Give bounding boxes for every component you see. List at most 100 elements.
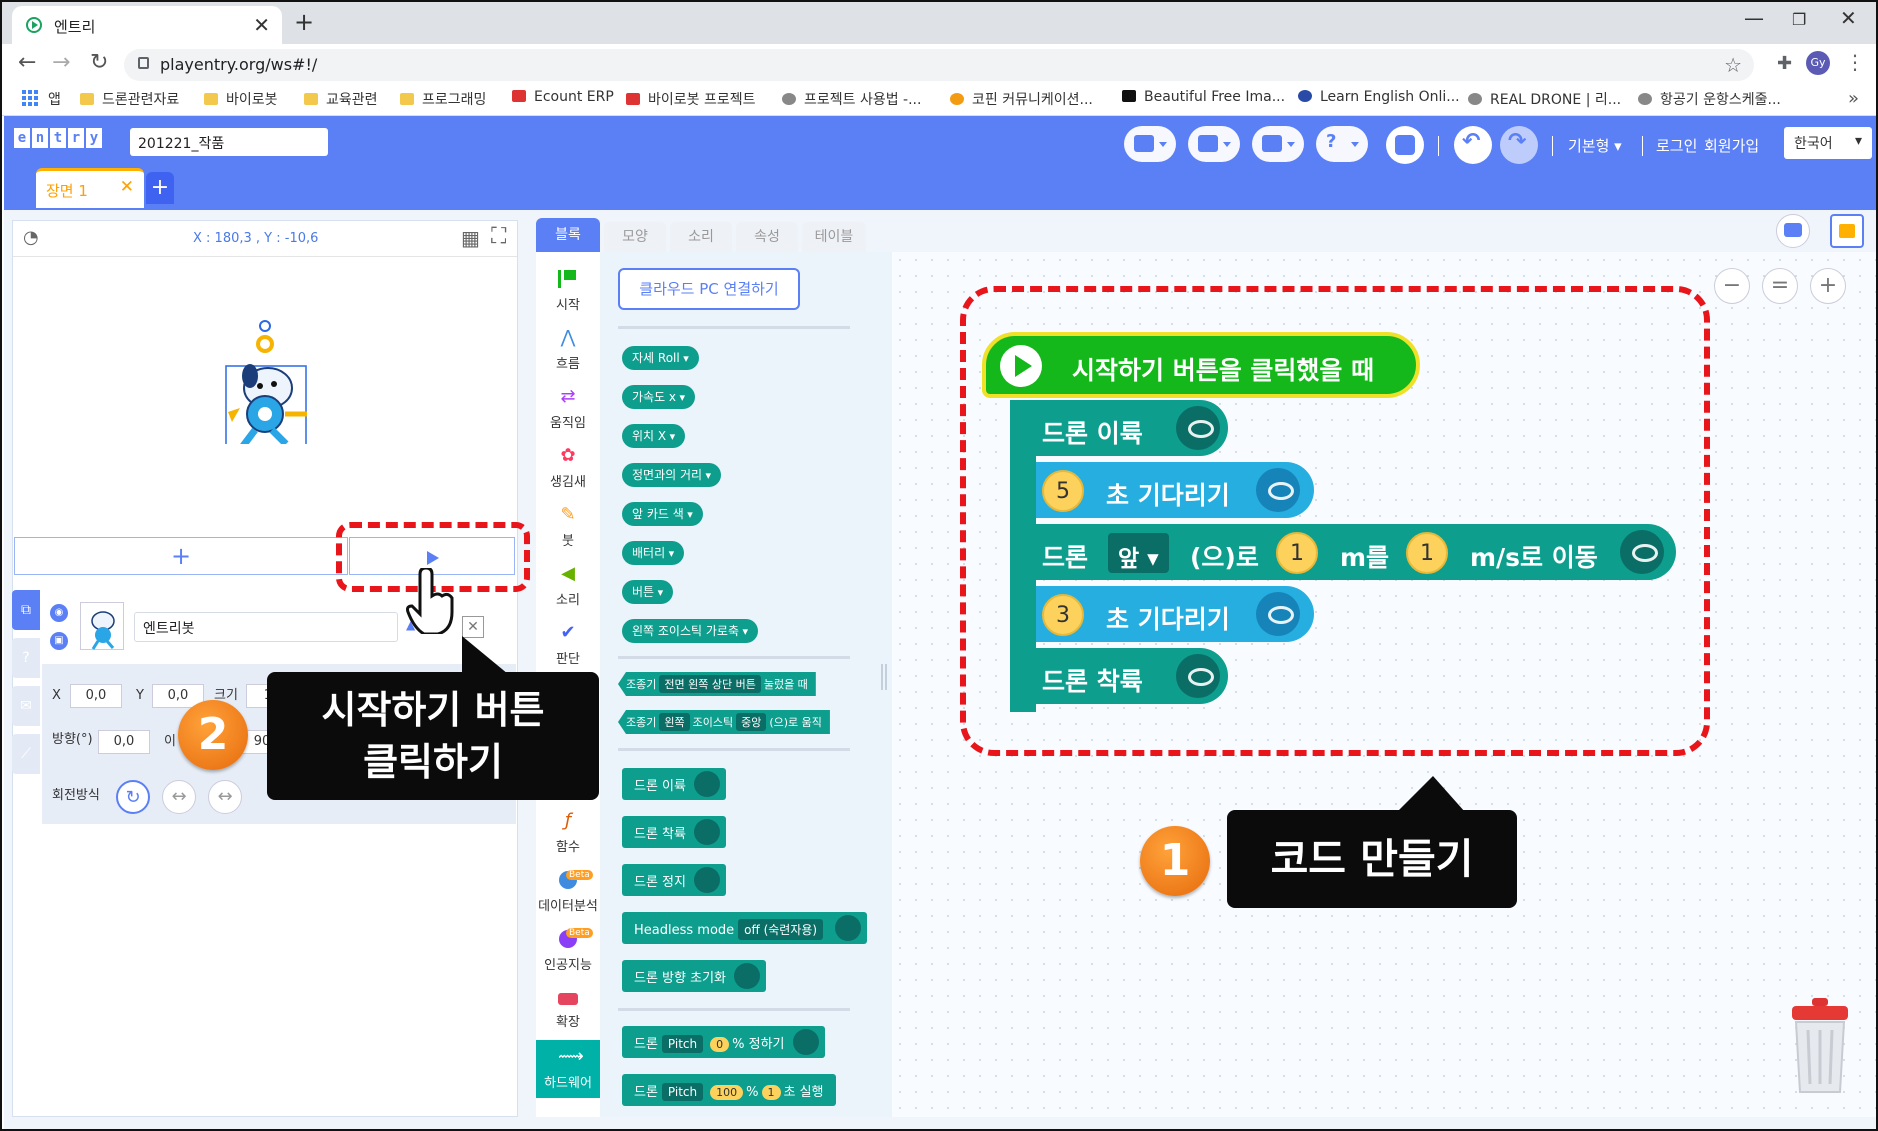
block-run-pitch[interactable]: 드론 Pitch 100% 1 초 실행 bbox=[622, 1074, 836, 1106]
save-menu-button[interactable] bbox=[1252, 126, 1304, 162]
direction-input[interactable]: 0,0 bbox=[98, 730, 150, 754]
block-reset-direction[interactable]: 드론 방향 초기화 bbox=[622, 960, 766, 992]
grid-icon[interactable]: ▦ bbox=[461, 226, 480, 250]
bookmark-item[interactable]: 프로그래밍 bbox=[400, 89, 486, 109]
block-drone-takeoff[interactable]: 드론 이륙 bbox=[622, 768, 726, 800]
address-bar[interactable]: playentry.org/ws#!/ ☆ bbox=[124, 49, 1754, 81]
tab-sounds[interactable]: 소리 bbox=[670, 222, 732, 252]
rotate-free-icon[interactable]: ↻ bbox=[116, 780, 150, 814]
minimize-icon[interactable]: — bbox=[1744, 6, 1764, 30]
category-hardware[interactable]: ⟿ 하드웨어 bbox=[536, 1040, 600, 1098]
block-left-joystick-x[interactable]: 왼쪽 조이스틱 가로축 bbox=[622, 619, 759, 643]
bookmark-item[interactable]: 바이로봇 bbox=[204, 89, 278, 109]
entry-logo[interactable]: entry bbox=[14, 128, 102, 150]
x-input[interactable]: 0,0 bbox=[70, 684, 122, 708]
category-function[interactable]: ƒ 함수 bbox=[536, 804, 600, 862]
language-select[interactable]: 한국어 ▾ bbox=[1784, 127, 1872, 159]
login-link[interactable]: 로그인 bbox=[1656, 135, 1697, 156]
lock-icon[interactable]: ▣ bbox=[50, 632, 68, 650]
project-name-input[interactable]: 201221_작품 bbox=[130, 128, 328, 156]
category-start[interactable]: 시작 bbox=[536, 262, 600, 320]
category-brush[interactable]: ✎ 붓 bbox=[536, 498, 600, 556]
zoom-in-button[interactable]: + bbox=[1810, 268, 1846, 304]
bookmark-item[interactable]: 항공기 운항스케줄... bbox=[1638, 89, 1781, 109]
message-tab-icon[interactable]: ✉ bbox=[12, 686, 40, 726]
block-front-distance[interactable]: 정면과의 거리 bbox=[622, 463, 722, 487]
block-roll[interactable]: 자세 Roll bbox=[622, 346, 699, 370]
no-rotate-icon[interactable]: ↔ bbox=[208, 780, 242, 814]
flip-horizontal-icon[interactable]: ↔ bbox=[162, 780, 196, 814]
tab-shapes[interactable]: 모양 bbox=[604, 222, 666, 252]
signup-link[interactable]: 회원가입 bbox=[1704, 135, 1759, 156]
undo-button[interactable]: ↶ bbox=[1454, 126, 1492, 164]
print-button[interactable] bbox=[1386, 126, 1424, 164]
bookmark-item[interactable]: 코핀 커뮤니케이션... bbox=[950, 89, 1093, 109]
redo-button[interactable]: ↷ bbox=[1500, 126, 1538, 164]
bookmark-item[interactable]: 바이로봇 프로젝트 bbox=[626, 89, 756, 109]
hardware-tab-icon[interactable]: ⟋ bbox=[12, 734, 40, 774]
cloud-pc-connect-button[interactable]: 클라우드 PC 연결하기 bbox=[618, 268, 800, 310]
block-headless-mode[interactable]: Headless mode off (숙련자용) bbox=[622, 912, 868, 944]
close-window-icon[interactable]: ✕ bbox=[1840, 6, 1857, 30]
bookmark-item[interactable]: Beautiful Free Ima... bbox=[1122, 89, 1285, 105]
block-coding-mode-button[interactable] bbox=[1124, 126, 1176, 162]
close-tab-icon[interactable]: ✕ bbox=[253, 13, 270, 37]
mode-dropdown[interactable]: 기본형 ▾ bbox=[1568, 135, 1622, 156]
forward-icon[interactable]: → bbox=[52, 50, 70, 75]
bookmark-apps[interactable]: 앱 bbox=[48, 89, 61, 109]
object-name-input[interactable]: 엔트리봇 bbox=[134, 612, 398, 642]
help-tab-icon[interactable]: ? bbox=[12, 638, 40, 678]
category-judge[interactable]: ✔ 판단 bbox=[536, 616, 600, 674]
category-looks[interactable]: ✿ 생김새 bbox=[536, 439, 600, 497]
tab-table[interactable]: 테이블 bbox=[802, 222, 866, 252]
apps-grid-icon[interactable] bbox=[22, 90, 38, 106]
restore-icon[interactable]: ❐ bbox=[1792, 10, 1806, 29]
visibility-eye-icon[interactable]: ◉ bbox=[50, 604, 68, 622]
palette-resize-handle[interactable] bbox=[876, 252, 892, 1117]
extensions-icon[interactable]: ✚ bbox=[1777, 53, 1792, 74]
block-position-x[interactable]: 위치 X bbox=[622, 424, 686, 448]
tab-attributes[interactable]: 속성 bbox=[736, 222, 798, 252]
block-drone-land[interactable]: 드론 착륙 bbox=[622, 816, 726, 848]
backpack-icon[interactable] bbox=[1830, 214, 1864, 248]
bookmark-item[interactable]: 드론관련자료 bbox=[80, 89, 179, 109]
bookmarks-overflow-icon[interactable]: » bbox=[1848, 88, 1859, 109]
help-button[interactable]: ? bbox=[1316, 126, 1368, 162]
category-motion[interactable]: ⇄ 움직임 bbox=[536, 380, 600, 438]
block-front-card-color[interactable]: 앞 카드 색 bbox=[622, 502, 703, 526]
browser-tab[interactable]: 엔트리 ✕ bbox=[12, 6, 282, 44]
browser-menu-icon[interactable]: ⋮ bbox=[1845, 50, 1865, 74]
bookmark-item[interactable]: Ecount ERP bbox=[512, 89, 614, 105]
bookmark-star-icon[interactable]: ☆ bbox=[1724, 53, 1742, 77]
zoom-reset-button[interactable]: = bbox=[1762, 268, 1798, 304]
bookmark-item[interactable]: 교육관련 bbox=[304, 89, 378, 109]
block-controller-joystick[interactable]: 조종기 왼쪽 조이스틱 중앙 (으)로 움직 bbox=[618, 710, 830, 734]
block-set-pitch[interactable]: 드론 Pitch 0% 정하기 bbox=[622, 1026, 825, 1058]
objects-tab-icon[interactable]: ⧉ bbox=[12, 590, 40, 630]
add-scene-button[interactable]: + bbox=[146, 172, 174, 204]
bookmark-item[interactable]: Learn English Onli... bbox=[1298, 89, 1460, 105]
tab-blocks[interactable]: 블록 bbox=[536, 218, 600, 252]
stage-canvas[interactable] bbox=[14, 258, 516, 534]
reload-icon[interactable]: ↻ bbox=[90, 50, 108, 75]
close-scene-icon[interactable]: ✕ bbox=[120, 177, 134, 197]
category-flow[interactable]: ⋀ 흐름 bbox=[536, 321, 600, 379]
comment-icon[interactable] bbox=[1776, 214, 1810, 248]
fullscreen-icon[interactable]: ⛶ bbox=[491, 224, 506, 249]
delete-object-icon[interactable]: ✕ bbox=[462, 616, 484, 638]
category-sound[interactable]: ◀ 소리 bbox=[536, 557, 600, 615]
block-drone-stop[interactable]: 드론 정지 bbox=[622, 864, 726, 896]
bookmark-item[interactable]: 프로젝트 사용법 -... bbox=[782, 89, 921, 109]
new-tab-icon[interactable]: + bbox=[294, 8, 314, 36]
block-accel-x[interactable]: 가속도 x bbox=[622, 385, 696, 409]
entrybot-sprite[interactable] bbox=[210, 318, 324, 444]
category-extension[interactable]: 확장 bbox=[536, 981, 600, 1039]
profile-avatar[interactable]: Gy bbox=[1806, 51, 1830, 75]
block-controller-button-pressed[interactable]: 조종기 전면 왼쪽 상단 버튼 눌렀을 때 bbox=[618, 672, 816, 696]
back-icon[interactable]: ← bbox=[18, 50, 36, 75]
bookmark-item[interactable]: REAL DRONE | 리... bbox=[1468, 89, 1621, 109]
speed-gauge-icon[interactable]: ◔ bbox=[23, 227, 39, 248]
new-project-button[interactable] bbox=[1188, 126, 1240, 162]
block-battery[interactable]: 배터리 bbox=[622, 541, 685, 565]
add-object-button[interactable]: + bbox=[14, 537, 348, 575]
